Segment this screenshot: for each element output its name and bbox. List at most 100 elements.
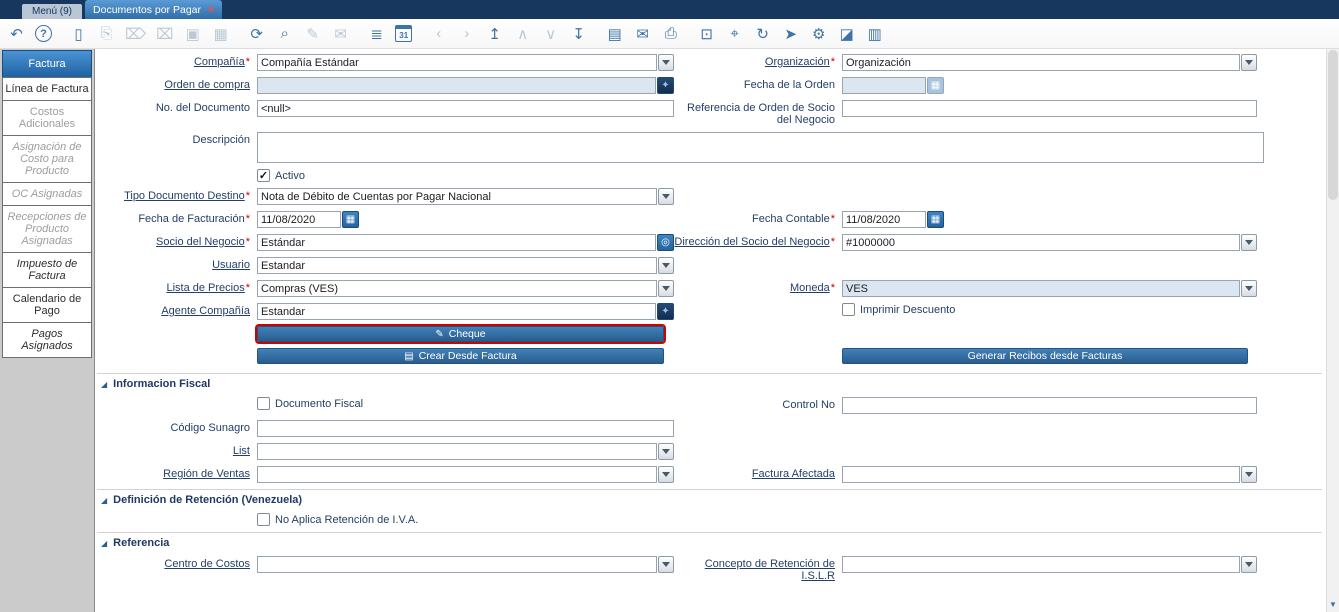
collapse-icon[interactable]: ◢ [101,496,107,505]
new-record-icon[interactable]: ▯ [69,24,88,44]
tipo-documento-label[interactable]: Tipo Documento Destino [124,190,245,202]
scrollbar-thumb[interactable] [1328,50,1338,200]
up-icon[interactable]: ∧ [513,24,532,44]
chevron-down-icon[interactable] [1241,280,1257,297]
agente-compania-field[interactable]: Estandar ✦ [257,303,674,320]
process-icon[interactable]: ◪ [837,24,856,44]
calendar-icon[interactable]: ▦ [342,211,359,228]
chevron-down-icon[interactable] [658,556,674,573]
chevron-down-icon[interactable] [658,443,674,460]
chevron-down-icon[interactable] [658,188,674,205]
preferences-icon[interactable]: ⚙ [809,24,828,44]
direccion-socio-label[interactable]: Dirección del Socio del Negocio [674,236,829,248]
print-preview-icon[interactable]: ▥ [865,24,884,44]
chevron-down-icon[interactable] [1241,234,1257,251]
tipo-documento-field[interactable]: Nota de Débito de Cuentas por Pagar Naci… [257,188,674,205]
fecha-facturacion-field[interactable]: 11/08/2020 ▦ [257,211,674,228]
send-request-icon[interactable]: ➤ [781,24,800,44]
centro-costos-label[interactable]: Centro de Costos [164,558,250,570]
list-label[interactable]: List [233,445,250,457]
organizacion-field[interactable]: Organización [842,54,1257,71]
sidebar-tab-impuesto-de-factura[interactable]: Impuesto de Factura [2,252,92,288]
factura-afectada-label[interactable]: Factura Afectada [752,468,835,480]
refresh-icon[interactable]: ⟳ [247,24,266,44]
lista-precios-field[interactable]: Compras (VES) [257,280,674,297]
orden-compra-label[interactable]: Orden de compra [164,79,250,91]
socio-negocio-label[interactable]: Socio del Negocio [156,236,245,248]
documento-fiscal-checkbox[interactable] [257,397,270,410]
copy-record-icon[interactable]: ⎘ [97,24,116,44]
sidebar-tab-factura[interactable]: Factura [2,50,92,78]
compania-field[interactable]: Compañía Estándar [257,54,674,71]
next-record-icon[interactable]: › [457,24,476,44]
moneda-label[interactable]: Moneda [790,282,830,294]
organizacion-label[interactable]: Organización [765,56,830,68]
detail-record-icon[interactable]: ↧ [569,24,588,44]
concepto-islr-label[interactable]: Concepto de Retención de I.S.L.R [705,558,835,582]
record-info-icon[interactable]: ✦ [657,303,674,320]
chat-icon[interactable]: ✉ [331,24,350,44]
sidebar-tab-linea-de-factura[interactable]: Línea de Factura [2,77,92,101]
imprimir-descuento-checkbox[interactable] [842,303,855,316]
no-aplica-iva-checkbox[interactable] [257,513,270,526]
descripcion-field[interactable] [257,132,1264,163]
zoom-across-icon[interactable]: ⌖ [725,24,744,44]
compania-label[interactable]: Compañía [194,56,245,68]
collapse-icon[interactable]: ◢ [101,380,107,389]
workflow-icon[interactable]: ↻ [753,24,772,44]
chevron-down-icon[interactable] [658,257,674,274]
document-tab[interactable]: Documentos por Pagar × [85,0,223,19]
report-icon[interactable]: ▤ [605,24,624,44]
cheque-button[interactable]: ✎ Cheque [255,324,666,344]
direccion-socio-field[interactable]: #1000000 [842,234,1257,251]
codigo-sunagro-field[interactable] [257,420,674,437]
menu-tab[interactable]: Menú (9) [22,4,83,19]
concepto-islr-field[interactable] [842,556,1257,573]
grid-toggle-icon[interactable]: ≣ [367,24,386,44]
print-icon[interactable]: ⎙ [661,24,680,44]
no-documento-field[interactable]: <null> [257,100,674,117]
delete-record-icon[interactable]: ⌦ [125,24,146,44]
vertical-scrollbar[interactable]: ▼ [1326,49,1339,612]
delete-selection-icon[interactable]: ⌧ [155,24,174,44]
chevron-down-icon[interactable] [658,54,674,71]
parent-record-icon[interactable]: ↥ [485,24,504,44]
list-field[interactable] [257,443,674,460]
chevron-down-icon[interactable] [658,466,674,483]
close-tab-icon[interactable]: × [208,4,214,16]
generar-recibos-button[interactable]: Generar Recibos desde Facturas [842,348,1248,364]
help-icon[interactable]: ? [35,25,52,42]
undo-icon[interactable]: ↶ [7,24,26,44]
usuario-label[interactable]: Usuario [212,259,250,271]
down-icon[interactable]: ∨ [541,24,560,44]
chevron-down-icon[interactable] [658,280,674,297]
scroll-down-icon[interactable]: ▼ [1327,598,1339,611]
socio-negocio-field[interactable]: Estándar ◎ [257,234,674,251]
calendar-icon[interactable]: 31 [395,25,413,42]
referencia-orden-field[interactable] [842,100,1257,117]
centro-costos-field[interactable] [257,556,674,573]
previous-record-icon[interactable]: ‹ [429,24,448,44]
crear-desde-factura-button[interactable]: ▤ Crear Desde Factura [257,348,664,364]
moneda-field[interactable]: VES [842,280,1257,297]
calendar-icon[interactable]: ▦ [927,211,944,228]
agente-compania-label[interactable]: Agente Compañía [161,305,250,317]
save-create-icon[interactable]: ▦ [211,24,230,44]
chevron-down-icon[interactable] [1241,54,1257,71]
sidebar-tab-calendario-de-pago[interactable]: Calendario de Pago [2,287,92,323]
activo-checkbox[interactable]: ✓ [257,169,270,182]
search-icon[interactable]: ◎ [657,234,674,251]
control-no-field[interactable] [842,397,1257,414]
collapse-icon[interactable]: ◢ [101,539,107,548]
chevron-down-icon[interactable] [1241,556,1257,573]
find-icon[interactable]: ⌕ [275,24,294,44]
orden-compra-field[interactable]: ✦ [257,77,674,94]
factura-afectada-field[interactable] [842,466,1257,483]
sidebar-tab-pagos-asignados[interactable]: Pagos Asignados [2,322,92,358]
fecha-contable-field[interactable]: 11/08/2020 ▦ [842,211,944,228]
region-ventas-label[interactable]: Región de Ventas [163,468,250,480]
lista-precios-label[interactable]: Lista de Precios [166,282,244,294]
region-ventas-field[interactable] [257,466,674,483]
lock-icon[interactable]: ⊡ [697,24,716,44]
chevron-down-icon[interactable] [1241,466,1257,483]
